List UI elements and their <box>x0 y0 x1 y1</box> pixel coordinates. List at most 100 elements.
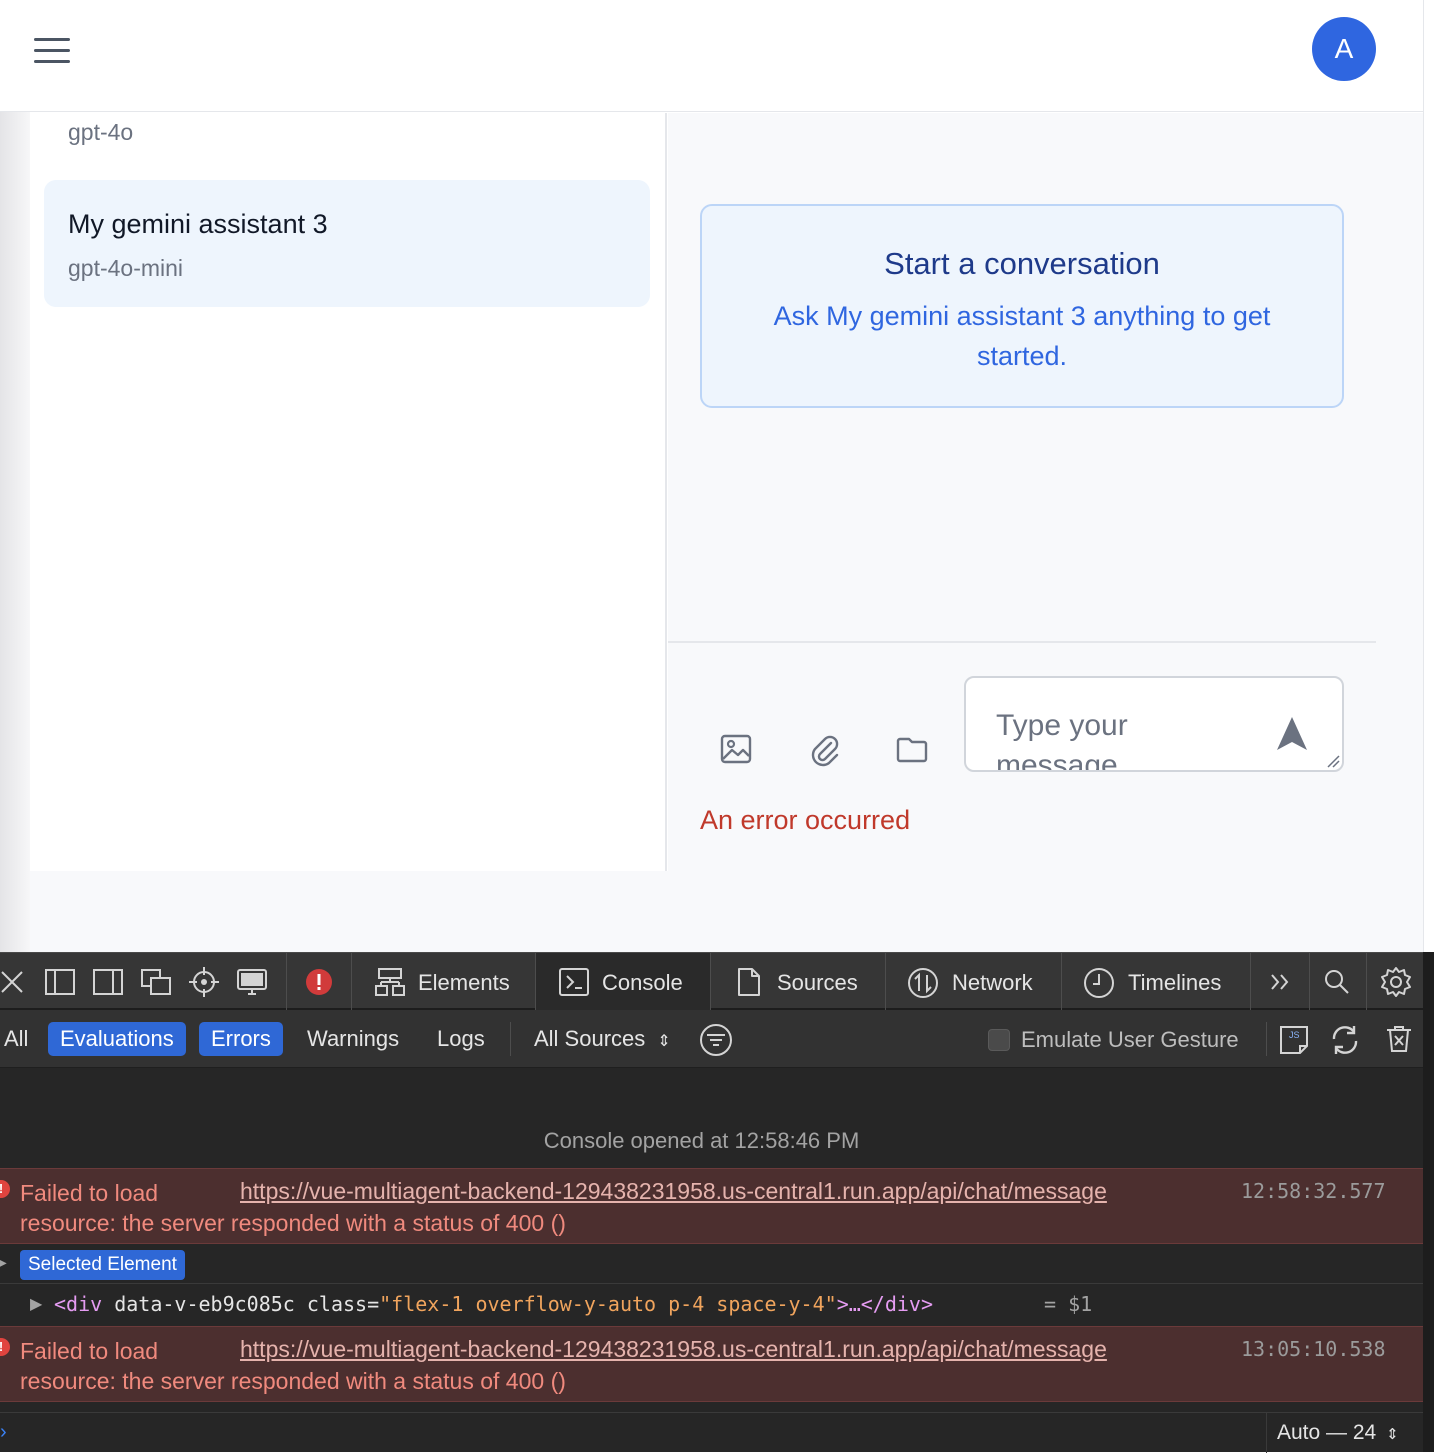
web-app: A gpt-4o My gemini assistant 3 gpt-4o-mi… <box>0 0 1434 952</box>
error-icon: ! <box>0 1338 10 1356</box>
node-attr-data-v: data-v-eb9c085c <box>102 1292 295 1316</box>
node-attr-class: class= <box>294 1292 380 1316</box>
tab-network-label: Network <box>952 970 1033 995</box>
web-inspector: Elements Console Sources Network Timelin… <box>0 952 1434 1453</box>
toolbar-separator <box>1309 953 1310 1011</box>
composer-divider <box>668 641 1376 643</box>
dom-node-row[interactable]: ▶ <div data-v-eb9c085c class="flex-1 ove… <box>0 1285 1423 1325</box>
filter-errors[interactable]: Errors <box>199 1022 283 1056</box>
devtools-tab-bar: Elements Console Sources Network Timelin… <box>0 952 1423 1011</box>
node-reference: = $1 <box>1044 1292 1093 1316</box>
sources-select-label: All Sources <box>534 1026 646 1051</box>
console-error-row[interactable]: ! Failed to loadresource: the server res… <box>0 1326 1423 1402</box>
user-avatar[interactable]: A <box>1312 17 1376 81</box>
dom-node-text[interactable]: <div data-v-eb9c085c class="flex-1 overf… <box>54 1292 933 1316</box>
expand-triangle-icon[interactable]: ▶ <box>30 1294 42 1314</box>
empty-state-subtitle: Ask My gemini assistant 3 anything to ge… <box>773 301 1271 371</box>
error-url-link[interactable]: https://vue-multiagent-backend-129438231… <box>240 1336 1107 1363</box>
toolbar-separator <box>1250 953 1251 1011</box>
assistant-model: gpt-4o-mini <box>68 255 184 281</box>
window-right-edge <box>1423 0 1434 952</box>
console-opened-message: Console opened at 12:58:46 PM <box>543 1128 860 1153</box>
emulate-user-gesture-checkbox[interactable] <box>988 1029 1010 1051</box>
reload-icon[interactable] <box>1328 1023 1362 1057</box>
js-snippet-icon[interactable]: JS <box>1278 1024 1310 1056</box>
clear-console-icon[interactable] <box>1384 1024 1414 1054</box>
message-box <box>964 676 1344 772</box>
sources-icon <box>738 968 760 996</box>
dock-right-icon[interactable] <box>92 966 124 998</box>
error-url-link[interactable]: https://vue-multiagent-backend-129438231… <box>240 1178 1107 1205</box>
tab-elements-label: Elements <box>418 970 510 995</box>
console-icon <box>559 968 589 996</box>
chat-panel: Start a conversation Ask My gemini assis… <box>668 113 1423 871</box>
toolbar-separator <box>1366 953 1367 1011</box>
message-input[interactable] <box>996 706 1276 770</box>
node-tag-close: >…</div> <box>836 1292 934 1316</box>
updown-chevron-icon: ⇕ <box>1386 1426 1399 1443</box>
assistant-name: My gemini assistant 3 <box>68 209 328 239</box>
node-class-value: "flex-1 overflow-y-auto p-4 space-y-4" <box>379 1292 837 1316</box>
console-filter-bar: All Evaluations Errors Warnings Logs All… <box>0 1010 1423 1068</box>
console-output: Console opened at 12:58:46 PM ! Failed t… <box>0 1068 1423 1453</box>
panel-bottom-area <box>30 871 1423 952</box>
error-icon: ! <box>0 1180 10 1198</box>
folder-icon[interactable] <box>894 731 930 767</box>
image-icon[interactable] <box>718 731 754 767</box>
console-error-row[interactable]: ! Failed to loadresource: the server res… <box>0 1168 1423 1244</box>
tab-network[interactable]: Network <box>886 953 1061 1011</box>
error-message: An error occurred <box>700 805 911 835</box>
error-timestamp: 12:58:32.577 <box>1241 1179 1386 1203</box>
empty-state-card: Start a conversation Ask My gemini assis… <box>700 204 1344 408</box>
timelines-icon <box>1084 968 1114 998</box>
console-prompt-bar: › Auto — 24 ⇕ <box>0 1412 1423 1453</box>
execution-context-select[interactable]: Auto — 24 ⇕ <box>1266 1413 1399 1453</box>
network-icon <box>908 968 938 998</box>
dock-left-icon[interactable] <box>44 966 76 998</box>
selected-element-badge: Selected Element <box>20 1250 185 1280</box>
tab-timelines-label: Timelines <box>1128 970 1222 995</box>
filter-warnings[interactable]: Warnings <box>295 1022 411 1056</box>
filter-separator <box>1266 1022 1267 1056</box>
tab-sources-label: Sources <box>777 970 858 995</box>
tab-console[interactable]: Console <box>536 953 710 1011</box>
error-indicator-icon[interactable] <box>303 966 335 998</box>
error-message-text: Failed to load resource: the server respo… <box>20 1338 566 1394</box>
left-edge-shadow <box>0 112 30 952</box>
filter-separator <box>510 1022 511 1056</box>
hamburger-menu-icon[interactable] <box>32 36 72 66</box>
paperclip-icon[interactable] <box>806 731 842 767</box>
elements-icon <box>375 968 405 996</box>
empty-state-title: Start a conversation <box>884 246 1160 281</box>
devtools-right-edge <box>1423 952 1434 1452</box>
toolbar-separator <box>286 953 287 1011</box>
execution-context-label: Auto — 24 <box>1277 1421 1377 1444</box>
assistant-sidebar: gpt-4o My gemini assistant 3 gpt-4o-mini <box>30 113 667 871</box>
assistant-list-item[interactable]: My gemini assistant 3 gpt-4o-mini <box>44 180 650 307</box>
element-picker-icon[interactable] <box>188 966 220 998</box>
disclosure-triangle-icon[interactable]: ▶ <box>0 1254 7 1271</box>
detach-window-icon[interactable] <box>140 966 172 998</box>
resize-handle-icon[interactable] <box>1326 754 1340 768</box>
send-icon[interactable] <box>1272 714 1312 754</box>
selected-element-row: ▶ Selected Element <box>0 1244 1423 1284</box>
filter-logs[interactable]: Logs <box>425 1022 497 1056</box>
device-settings-icon[interactable] <box>236 966 268 998</box>
error-timestamp: 13:05:10.538 <box>1241 1337 1386 1361</box>
close-icon[interactable] <box>0 966 28 998</box>
node-tag-open: <div <box>54 1292 103 1316</box>
filter-icon[interactable] <box>698 1022 734 1058</box>
filter-evaluations[interactable]: Evaluations <box>48 1022 186 1056</box>
error-message-text: Failed to load resource: the server respo… <box>20 1180 566 1236</box>
tab-elements[interactable]: Elements <box>352 953 535 1011</box>
previous-assistant-model: gpt-4o <box>68 119 134 145</box>
prompt-chevron-icon[interactable]: › <box>0 1421 7 1444</box>
more-tabs-chevron-icon[interactable] <box>1264 966 1296 998</box>
search-icon[interactable] <box>1321 966 1353 998</box>
tab-sources[interactable]: Sources <box>711 953 885 1011</box>
filter-all[interactable]: All <box>0 1022 40 1056</box>
updown-chevron-icon: ⇕ <box>657 1033 671 1050</box>
gear-icon[interactable] <box>1380 966 1412 998</box>
sources-select[interactable]: All Sources ⇕ <box>522 1022 683 1056</box>
tab-timelines[interactable]: Timelines <box>1062 953 1250 1011</box>
